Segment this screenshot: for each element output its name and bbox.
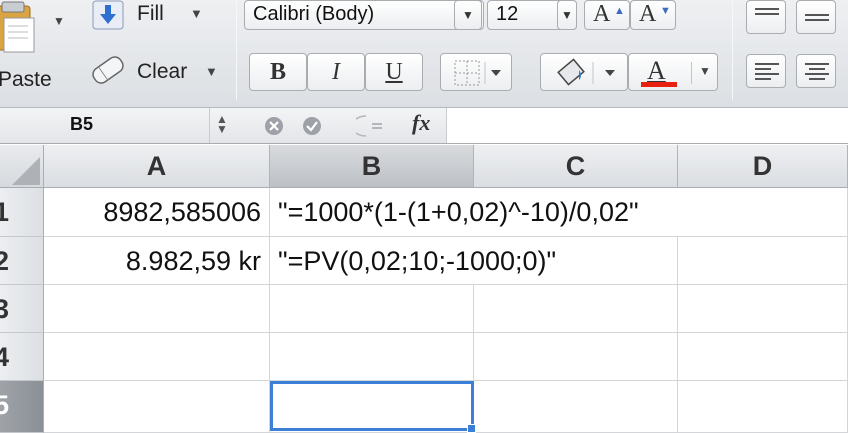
ribbon-toolbar: ▼ Paste Fill ▼ Clear ▼ Calibri (Body) ▼ … xyxy=(0,0,848,108)
italic-button[interactable]: I xyxy=(307,53,365,91)
row-header-5-label: 5 xyxy=(0,390,9,420)
cell-c4[interactable] xyxy=(474,333,678,381)
cell-d1[interactable] xyxy=(678,188,848,237)
font-name-value: Calibri (Body) xyxy=(253,3,375,25)
spreadsheet-grid: A B C D 1 2 3 4 5 8982,585006 "=1000*(1-… xyxy=(0,145,848,433)
paste-dropdown-icon[interactable]: ▼ xyxy=(53,14,65,28)
row-header-1-label: 1 xyxy=(0,197,9,227)
cell-a1[interactable]: 8982,585006 xyxy=(44,188,270,237)
column-header-c[interactable]: C xyxy=(474,145,678,188)
row-header-3-label: 3 xyxy=(0,294,9,324)
cell-a4[interactable] xyxy=(44,333,270,381)
row-header-1[interactable]: 1 xyxy=(0,188,44,237)
arrow-down-icon: ▼ xyxy=(660,5,671,17)
select-all-corner[interactable] xyxy=(0,145,44,188)
eraser-icon[interactable] xyxy=(88,54,128,86)
grow-font-label: A xyxy=(593,1,611,27)
cell-d5[interactable] xyxy=(678,381,848,433)
font-size-value: 12 xyxy=(496,3,519,25)
name-box[interactable]: B5 xyxy=(0,108,210,143)
formula-bar: B5 ▲ ▼ fx xyxy=(0,108,848,144)
row-header-4[interactable]: 4 xyxy=(0,333,44,381)
accept-formula-icon[interactable] xyxy=(302,116,322,136)
column-header-d[interactable]: D xyxy=(678,145,848,188)
borders-button[interactable] xyxy=(440,53,512,91)
function-fx-icon[interactable]: fx xyxy=(412,110,430,136)
arrow-up-icon: ▲ xyxy=(614,5,625,17)
column-header-a[interactable]: A xyxy=(44,145,270,188)
align-top-button[interactable] xyxy=(746,0,786,34)
align-left-button[interactable] xyxy=(746,54,786,88)
font-color-dropdown-icon[interactable]: ▼ xyxy=(699,64,711,78)
row-header-2[interactable]: 2 xyxy=(0,237,44,285)
underline-button[interactable]: U xyxy=(365,53,423,91)
cell-c3[interactable] xyxy=(474,285,678,333)
font-size-dropdown-icon[interactable]: ▼ xyxy=(557,0,577,30)
fill-dropdown-icon[interactable]: ▼ xyxy=(190,6,203,21)
font-color-swatch xyxy=(641,82,677,87)
clear-dropdown-icon[interactable]: ▼ xyxy=(205,64,218,79)
row-header-5[interactable]: 5 xyxy=(0,381,44,433)
cell-b4[interactable] xyxy=(270,333,474,381)
active-cell-highlight xyxy=(270,381,474,431)
align-left-icon xyxy=(755,63,779,80)
clear-button[interactable]: Clear xyxy=(137,60,187,84)
cell-b2[interactable]: "=PV(0,02;10;-1000;0)" xyxy=(270,237,556,285)
select-all-icon xyxy=(12,157,40,185)
cell-b1[interactable]: "=1000*(1-(1+0,02)^-10)/0,02" xyxy=(270,188,639,237)
paste-button[interactable]: Paste xyxy=(0,68,52,92)
name-box-stepper-icon[interactable]: ▲ ▼ xyxy=(212,113,232,138)
decrease-font-size-button[interactable]: A ▼ xyxy=(630,0,676,30)
cell-c5[interactable] xyxy=(474,381,678,433)
cell-a5[interactable] xyxy=(44,381,270,433)
fill-down-icon[interactable] xyxy=(92,0,124,30)
row-header-4-label: 4 xyxy=(0,342,9,372)
cancel-formula-icon[interactable] xyxy=(264,116,284,136)
align-center-icon xyxy=(805,63,829,80)
column-header-b[interactable]: B xyxy=(270,145,474,188)
font-name-dropdown-icon[interactable]: ▼ xyxy=(454,0,482,30)
cell-a2[interactable]: 8.982,59 kr xyxy=(44,237,270,285)
align-middle-icon xyxy=(805,14,829,21)
cell-b3[interactable] xyxy=(270,285,474,333)
align-center-button[interactable] xyxy=(796,54,836,88)
align-middle-button[interactable] xyxy=(796,0,836,34)
row-header-3[interactable]: 3 xyxy=(0,285,44,333)
shrink-font-label: A xyxy=(639,1,657,27)
formula-input[interactable] xyxy=(446,108,848,143)
bold-button[interactable]: B xyxy=(249,53,307,91)
font-color-divider xyxy=(691,62,692,84)
font-name-select[interactable]: Calibri (Body) xyxy=(244,0,484,30)
increase-font-size-button[interactable]: A ▲ xyxy=(584,0,630,30)
paint-bucket-icon xyxy=(557,58,615,86)
paste-icon[interactable] xyxy=(0,0,38,54)
equals-icon[interactable] xyxy=(356,114,394,138)
fill-color-button[interactable] xyxy=(540,53,628,91)
font-color-button[interactable]: A ▼ xyxy=(628,53,718,91)
cell-a3[interactable] xyxy=(44,285,270,333)
row-header-2-label: 2 xyxy=(0,246,9,276)
cell-d4[interactable] xyxy=(678,333,848,381)
cell-c1[interactable] xyxy=(474,188,678,237)
cell-c2[interactable] xyxy=(474,237,678,285)
ribbon-divider-2 xyxy=(732,0,733,100)
borders-icon xyxy=(454,60,501,86)
ribbon-divider xyxy=(236,0,237,100)
fill-handle[interactable] xyxy=(467,424,476,433)
cell-d3[interactable] xyxy=(678,285,848,333)
align-top-icon xyxy=(755,8,779,15)
fill-button[interactable]: Fill xyxy=(137,2,164,26)
cell-d2[interactable] xyxy=(678,237,848,285)
